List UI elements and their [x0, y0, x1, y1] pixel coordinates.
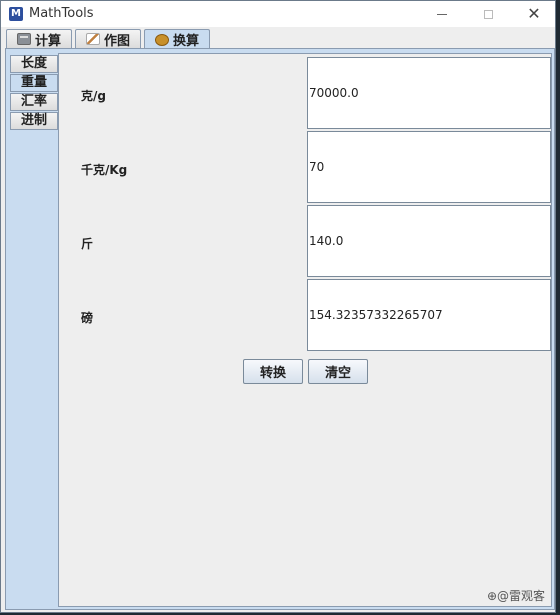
- main-tab-strip: 计算 作图 换算: [5, 29, 555, 49]
- close-button[interactable]: ✕: [511, 1, 557, 27]
- app-window: M MathTools ✕ 计算 作图 换算 长度 重量 汇率 进制 克/g 7…: [0, 0, 556, 613]
- calculator-icon: [17, 33, 31, 45]
- side-tab-length[interactable]: 长度: [10, 55, 58, 73]
- tab-plot-label: 作图: [104, 33, 131, 49]
- minimize-icon: [437, 13, 447, 15]
- gram-field[interactable]: [307, 57, 551, 129]
- weight-conversion-panel: 克/g 千克/Kg 斤 磅 转换 清空: [58, 53, 552, 607]
- side-tab-radix[interactable]: 进制: [10, 112, 58, 130]
- gram-label: 克/g: [81, 89, 106, 103]
- tab-convert-label: 换算: [173, 34, 200, 49]
- title-bar[interactable]: M MathTools ✕: [1, 1, 555, 27]
- tab-plot[interactable]: 作图: [75, 29, 141, 49]
- close-icon: ✕: [527, 4, 541, 23]
- tab-calculate[interactable]: 计算: [6, 29, 72, 49]
- tab-calculate-label: 计算: [35, 33, 62, 49]
- plot-icon: [86, 33, 100, 45]
- watermark: ⊕@雷观客: [486, 589, 545, 603]
- window-title: MathTools: [29, 6, 94, 21]
- tab-convert[interactable]: 换算: [144, 29, 210, 49]
- kilogram-field[interactable]: [307, 131, 551, 203]
- convert-icon: [155, 33, 169, 46]
- kilogram-label: 千克/Kg: [81, 163, 128, 177]
- pound-label: 磅: [81, 311, 94, 325]
- side-tab-exchange-rate[interactable]: 汇率: [10, 93, 58, 111]
- jin-field[interactable]: [307, 205, 551, 277]
- clear-button[interactable]: 清空: [308, 359, 368, 384]
- side-tab-weight[interactable]: 重量: [10, 74, 58, 92]
- minimize-button[interactable]: [419, 1, 465, 27]
- convert-tab-content: 长度 重量 汇率 进制 克/g 千克/Kg 斤 磅 转换 清空: [5, 48, 555, 610]
- maximize-button[interactable]: [465, 1, 511, 27]
- pound-field[interactable]: [307, 279, 551, 351]
- app-logo-icon: M: [9, 7, 23, 21]
- convert-button[interactable]: 转换: [243, 359, 303, 384]
- maximize-icon: [483, 9, 493, 19]
- jin-label: 斤: [81, 237, 94, 251]
